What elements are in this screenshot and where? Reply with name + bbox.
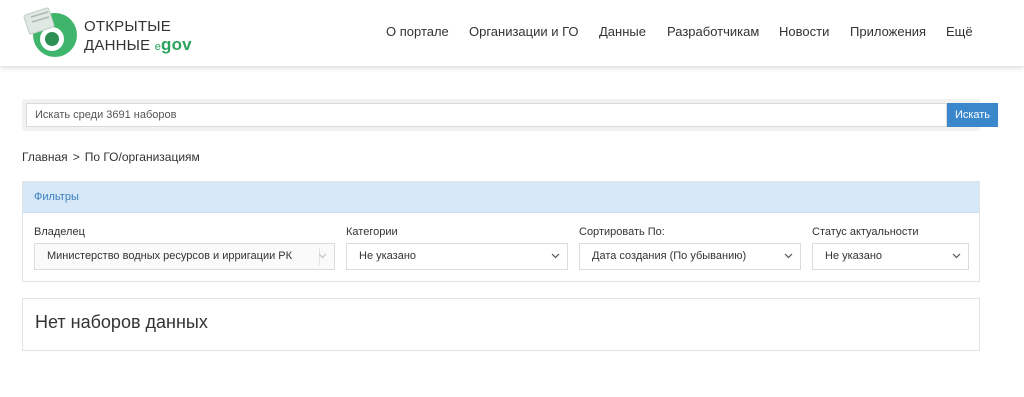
- filters-title[interactable]: Фильтры: [23, 182, 979, 213]
- search-input[interactable]: [26, 103, 947, 127]
- breadcrumb: Главная > По ГО/организациям: [22, 150, 200, 164]
- breadcrumb-home[interactable]: Главная: [22, 150, 68, 164]
- chevron-down-icon: [784, 253, 793, 259]
- empty-results-message: Нет наборов данных: [35, 312, 208, 332]
- nav-item-apps[interactable]: Приложения: [850, 24, 926, 39]
- nav-item-data[interactable]: Данные: [599, 24, 646, 39]
- categories-select[interactable]: Не указано: [346, 243, 568, 270]
- logo-gov: gov: [161, 35, 192, 54]
- nav-item-more[interactable]: Ещё: [946, 24, 973, 39]
- logo-line1: ОТКРЫТЫЕ: [84, 18, 171, 35]
- site-header: ОТКРЫТЫЕ ДАННЫЕ egov О портале Организац…: [0, 0, 1024, 67]
- nav-item-developers[interactable]: Разработчикам: [667, 24, 759, 39]
- sort-select-value: Дата создания (По убыванию): [592, 250, 747, 262]
- logo-icon: [23, 7, 77, 57]
- results-panel: Нет наборов данных: [22, 298, 980, 351]
- categories-select-value: Не указано: [359, 250, 417, 262]
- chevron-down-icon: [318, 253, 327, 259]
- status-select-value: Не указано: [825, 250, 883, 262]
- logo-text: ОТКРЫТЫЕ ДАННЫЕ egov: [84, 18, 192, 56]
- owner-label: Владелец: [34, 226, 85, 238]
- breadcrumb-current: По ГО/организациям: [84, 150, 200, 164]
- filters-panel: Фильтры Владелец Министерство водных рес…: [22, 181, 980, 282]
- search-bar: Искать: [22, 99, 998, 131]
- categories-label: Категории: [346, 226, 398, 238]
- status-label: Статус актуальности: [812, 226, 919, 238]
- sort-label: Сортировать По:: [579, 226, 665, 238]
- nav-item-organizations[interactable]: Организации и ГО: [469, 24, 579, 39]
- logo[interactable]: ОТКРЫТЫЕ ДАННЫЕ egov: [22, 5, 202, 61]
- owner-select[interactable]: Министерство водных ресурсов и ирригации…: [34, 243, 335, 270]
- chevron-down-icon: [952, 253, 961, 259]
- owner-select-value: Министерство водных ресурсов и ирригации…: [47, 250, 293, 262]
- chevron-down-icon: [551, 253, 560, 259]
- nav-item-news[interactable]: Новости: [779, 24, 829, 39]
- breadcrumb-separator: >: [72, 150, 80, 164]
- search-button[interactable]: Искать: [947, 103, 998, 127]
- sort-select[interactable]: Дата создания (По убыванию): [579, 243, 801, 270]
- nav-item-about[interactable]: О портале: [386, 24, 449, 39]
- status-select[interactable]: Не указано: [812, 243, 969, 270]
- logo-line2: ДАННЫЕ: [84, 37, 151, 54]
